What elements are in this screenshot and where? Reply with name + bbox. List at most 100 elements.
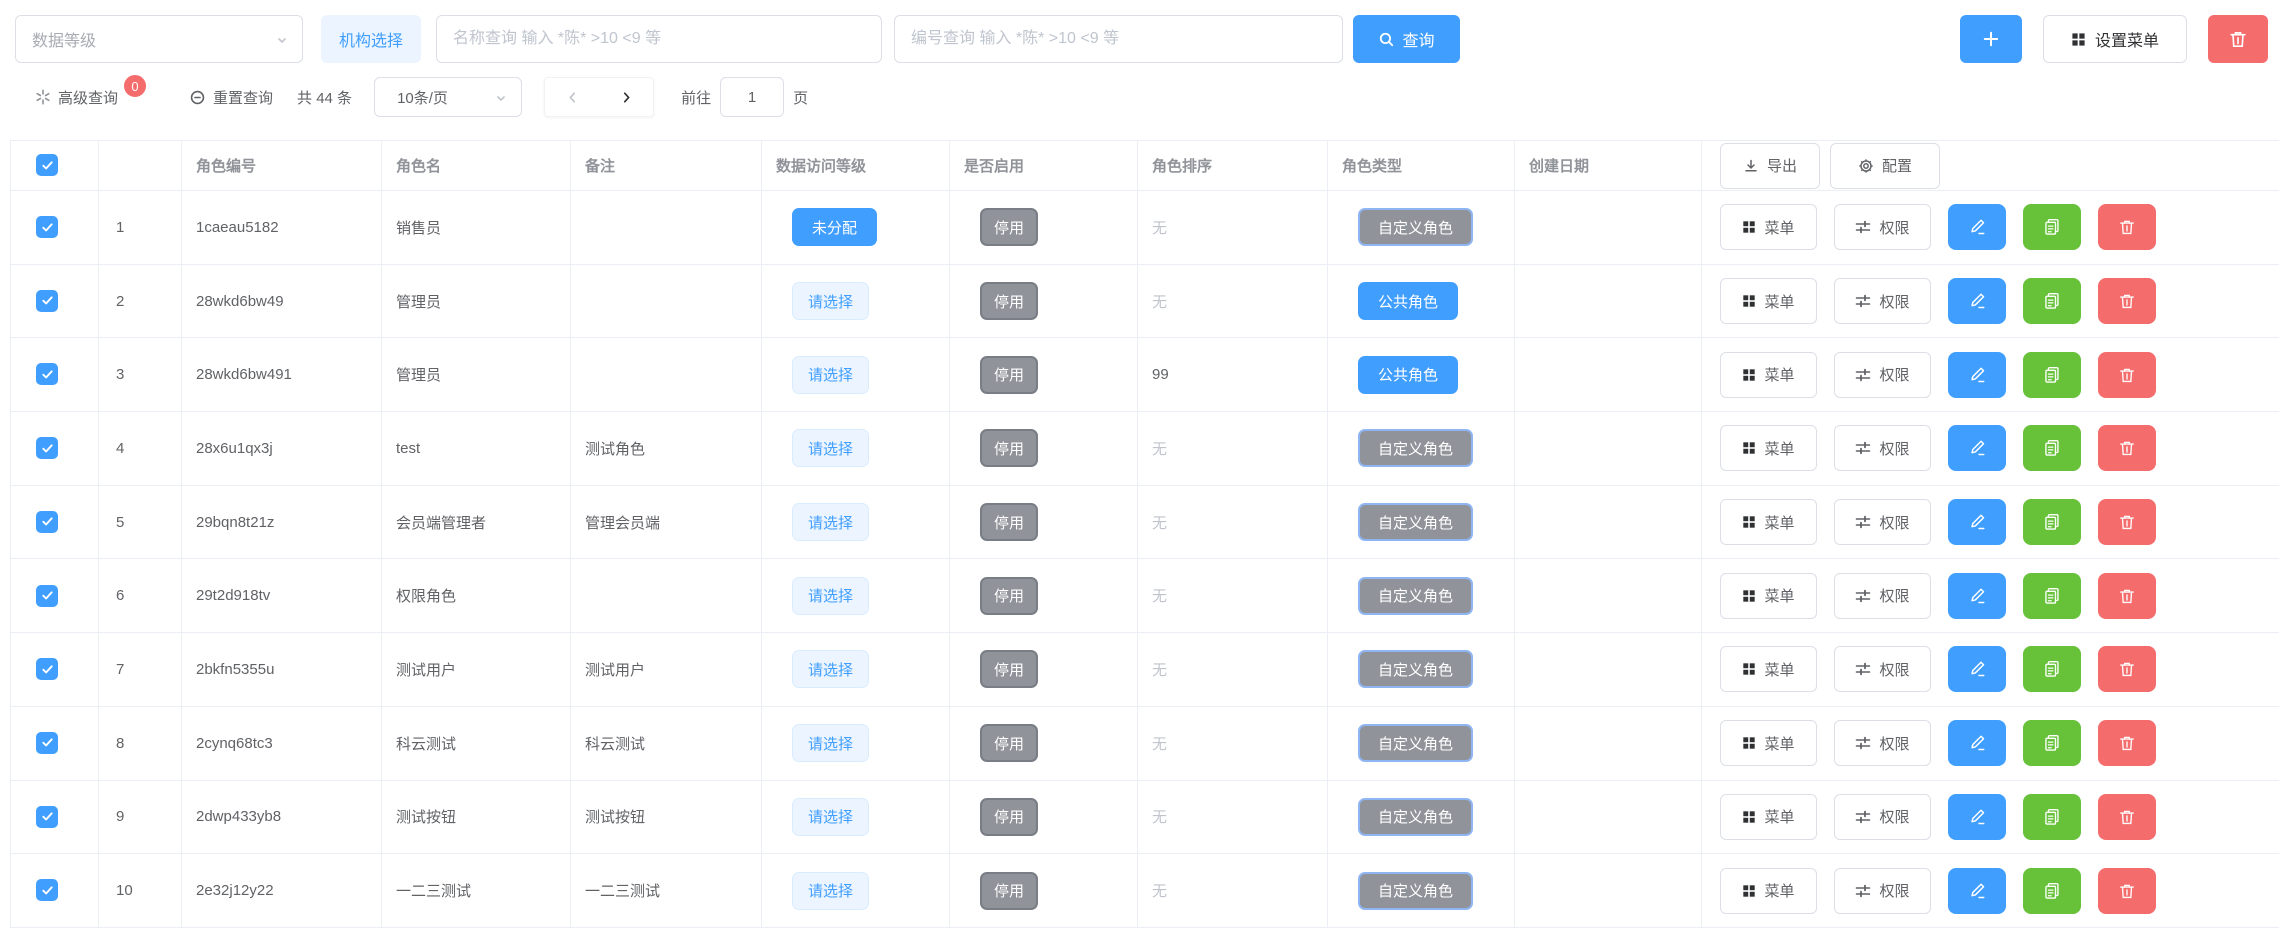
row-checkbox[interactable] (36, 732, 58, 754)
row-menu-button[interactable]: 菜单 (1720, 425, 1817, 471)
row-copy-button[interactable] (2023, 204, 2081, 250)
row-copy-button[interactable] (2023, 425, 2081, 471)
row-delete-button[interactable] (2098, 499, 2156, 545)
access-level-tag[interactable]: 请选择 (792, 724, 869, 762)
row-menu-button[interactable]: 菜单 (1720, 794, 1817, 840)
row-permission-button[interactable]: 权限 (1834, 573, 1931, 619)
row-copy-button[interactable] (2023, 278, 2081, 324)
add-button[interactable] (1960, 15, 2022, 63)
sliders-icon (1855, 883, 1871, 899)
enabled-status-tag[interactable]: 停用 (980, 577, 1038, 615)
reset-query-link[interactable]: 重置查询 (189, 87, 273, 108)
row-edit-button[interactable] (1948, 868, 2006, 914)
row-checkbox[interactable] (36, 511, 58, 533)
row-permission-button[interactable]: 权限 (1834, 425, 1931, 471)
row-edit-button[interactable] (1948, 352, 2006, 398)
enabled-status-tag[interactable]: 停用 (980, 650, 1038, 688)
enabled-status-tag[interactable]: 停用 (980, 724, 1038, 762)
row-checkbox[interactable] (36, 363, 58, 385)
name-query-input[interactable] (436, 15, 882, 63)
enabled-status-tag[interactable]: 停用 (980, 282, 1038, 320)
row-permission-button[interactable]: 权限 (1834, 352, 1931, 398)
enabled-status-tag[interactable]: 停用 (980, 356, 1038, 394)
row-delete-button[interactable] (2098, 278, 2156, 324)
row-permission-button[interactable]: 权限 (1834, 278, 1931, 324)
row-menu-button[interactable]: 菜单 (1720, 278, 1817, 324)
row-edit-button[interactable] (1948, 794, 2006, 840)
menu-settings-button[interactable]: 设置菜单 (2043, 15, 2187, 63)
access-level-tag[interactable]: 请选择 (792, 872, 869, 910)
row-edit-button[interactable] (1948, 720, 2006, 766)
row-delete-button[interactable] (2098, 794, 2156, 840)
next-page-button[interactable] (611, 79, 641, 115)
row-permission-button[interactable]: 权限 (1834, 720, 1931, 766)
row-checkbox[interactable] (36, 806, 58, 828)
row-permission-button[interactable]: 权限 (1834, 204, 1931, 250)
row-delete-button[interactable] (2098, 868, 2156, 914)
page-size-select[interactable]: 10条/页 (374, 77, 522, 117)
row-checkbox[interactable] (36, 879, 58, 901)
row-menu-button[interactable]: 菜单 (1720, 868, 1817, 914)
access-level-tag[interactable]: 请选择 (792, 577, 869, 615)
advanced-query-link[interactable]: 高级查询 (35, 87, 118, 108)
row-copy-button[interactable] (2023, 646, 2081, 692)
row-permission-button[interactable]: 权限 (1834, 499, 1931, 545)
row-permission-button[interactable]: 权限 (1834, 794, 1931, 840)
row-delete-button[interactable] (2098, 204, 2156, 250)
search-button[interactable]: 查询 (1353, 15, 1460, 63)
row-delete-button[interactable] (2098, 573, 2156, 619)
access-level-tag[interactable]: 请选择 (792, 356, 869, 394)
row-edit-button[interactable] (1948, 646, 2006, 692)
enabled-status-tag[interactable]: 停用 (980, 872, 1038, 910)
row-checkbox[interactable] (36, 658, 58, 680)
row-copy-button[interactable] (2023, 499, 2081, 545)
row-permission-button[interactable]: 权限 (1834, 646, 1931, 692)
row-menu-button[interactable]: 菜单 (1720, 720, 1817, 766)
row-delete-button[interactable] (2098, 720, 2156, 766)
row-permission-button[interactable]: 权限 (1834, 868, 1931, 914)
access-level-tag[interactable]: 未分配 (792, 208, 877, 246)
row-edit-button[interactable] (1948, 278, 2006, 324)
access-level-tag[interactable]: 请选择 (792, 282, 869, 320)
access-level-tag[interactable]: 请选择 (792, 429, 869, 467)
prev-page-button[interactable] (557, 79, 587, 115)
enabled-status-tag[interactable]: 停用 (980, 208, 1038, 246)
goto-page-input[interactable] (720, 77, 784, 117)
row-copy-button[interactable] (2023, 352, 2081, 398)
row-delete-button[interactable] (2098, 352, 2156, 398)
row-menu-button[interactable]: 菜单 (1720, 499, 1817, 545)
row-checkbox[interactable] (36, 585, 58, 607)
row-delete-button[interactable] (2098, 425, 2156, 471)
row-copy-button[interactable] (2023, 794, 2081, 840)
row-edit-button[interactable] (1948, 204, 2006, 250)
batch-delete-button[interactable] (2208, 15, 2268, 63)
row-delete-button[interactable] (2098, 646, 2156, 692)
row-edit-button[interactable] (1948, 573, 2006, 619)
row-copy-button[interactable] (2023, 868, 2081, 914)
access-level-tag[interactable]: 请选择 (792, 798, 869, 836)
code-query-input[interactable] (894, 15, 1343, 63)
role-name-cell: 销售员 (382, 191, 571, 265)
access-level-tag[interactable]: 请选择 (792, 650, 869, 688)
select-all-checkbox[interactable] (36, 154, 58, 176)
access-level-tag[interactable]: 请选择 (792, 503, 869, 541)
grid-icon (1742, 884, 1756, 898)
row-copy-button[interactable] (2023, 720, 2081, 766)
enabled-status-tag[interactable]: 停用 (980, 798, 1038, 836)
org-select-button[interactable]: 机构选择 (321, 15, 421, 63)
row-menu-button[interactable]: 菜单 (1720, 204, 1817, 250)
row-edit-button[interactable] (1948, 425, 2006, 471)
data-level-select[interactable]: 数据等级 (15, 15, 303, 63)
config-button[interactable]: 配置 (1830, 143, 1940, 189)
enabled-status-tag[interactable]: 停用 (980, 503, 1038, 541)
row-edit-button[interactable] (1948, 499, 2006, 545)
row-checkbox[interactable] (36, 290, 58, 312)
row-copy-button[interactable] (2023, 573, 2081, 619)
row-menu-button[interactable]: 菜单 (1720, 352, 1817, 398)
row-checkbox[interactable] (36, 216, 58, 238)
export-button[interactable]: 导出 (1720, 143, 1820, 189)
row-menu-button[interactable]: 菜单 (1720, 646, 1817, 692)
row-checkbox[interactable] (36, 437, 58, 459)
enabled-status-tag[interactable]: 停用 (980, 429, 1038, 467)
row-menu-button[interactable]: 菜单 (1720, 573, 1817, 619)
